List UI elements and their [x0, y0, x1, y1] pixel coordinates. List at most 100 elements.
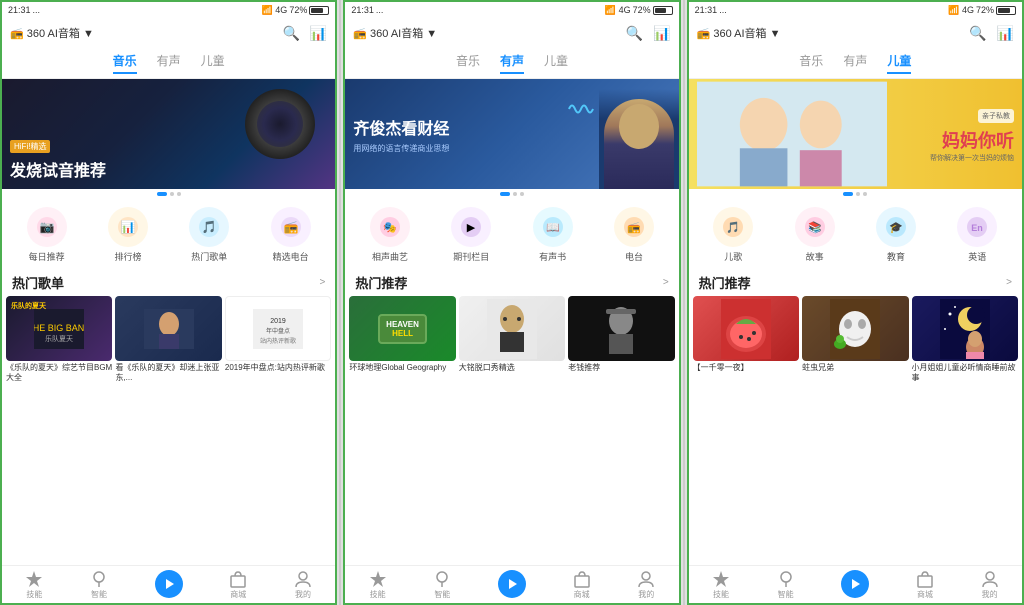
cat-playlist-1[interactable]: 🎵 热门歌单 [189, 207, 229, 263]
nav-play-2[interactable] [498, 570, 526, 600]
svg-text:2019: 2019 [270, 318, 286, 325]
banner-text-1: HiFi!精选 发烧试音推荐 [10, 136, 106, 181]
banner-1: HiFi!精选 发烧试音推荐 [2, 79, 335, 189]
nav-skills-3[interactable]: 技能 [712, 570, 730, 600]
cat-label-column-2: 期刊栏目 [453, 250, 489, 263]
nav-label-skills-2: 技能 [370, 589, 386, 600]
nav-profile-2[interactable]: 我的 [637, 570, 655, 600]
thumb-2-3 [568, 296, 674, 361]
time-3: 21:31 [695, 5, 718, 15]
tab-kids-3[interactable]: 儿童 [887, 52, 911, 74]
play-button-3[interactable] [841, 570, 869, 598]
section-more-3[interactable]: > [1006, 277, 1012, 288]
nav-shop-2[interactable]: 商城 [573, 570, 591, 600]
person-head-2 [619, 104, 659, 149]
battery-icon-2 [653, 6, 673, 15]
cat-icon-edu-3: 🎓 [876, 207, 916, 247]
svg-text:🎵: 🎵 [726, 221, 740, 234]
search-icon-2[interactable]: 🔍 [626, 25, 643, 42]
play-button-2[interactable] [498, 570, 526, 598]
panel-kids: 21:31 ... 📶 4G 72% 📻 360 AI音箱 ▼ 🔍 📊 音乐 有… [687, 0, 1024, 605]
cat-crosstalk-2[interactable]: 🎭 相声曲艺 [370, 207, 410, 263]
banner-3: 亲子私教 妈妈你听 帮你解决第一次当妈的烦恼 [689, 79, 1022, 189]
content-item-3-3[interactable]: 小月姐姐儿童必听情商睡前故事 [912, 296, 1018, 565]
nav-smart-3[interactable]: 智能 [777, 570, 795, 600]
cat-icon-story-3: 📚 [795, 207, 835, 247]
content-item-1-1[interactable]: 乐队的夏天 THE BIG BAND 乐队夏天 《乐队的夏天》综艺节目BGM大全 [6, 296, 112, 565]
nav-skills-1[interactable]: 技能 [25, 570, 43, 600]
nav-smart-1[interactable]: 智能 [90, 570, 108, 600]
search-icon-3[interactable]: 🔍 [969, 25, 986, 42]
cat-icon-crosstalk-2: 🎭 [370, 207, 410, 247]
nav-shop-1[interactable]: 商城 [229, 570, 247, 600]
chart-icon-1[interactable]: 📊 [310, 25, 327, 42]
tab-podcast-3[interactable]: 有声 [843, 52, 867, 74]
content-item-1-3[interactable]: 2019 年中盘点 站内热评新歌 2019年中盘点:站内热评新歌 [225, 296, 331, 565]
dot-2-1 [500, 192, 510, 196]
content-item-3-2[interactable]: 蛀虫兄弟 [802, 296, 908, 565]
nav-smart-2[interactable]: 智能 [433, 570, 451, 600]
cat-daily-1[interactable]: 📷 每日推荐 [27, 207, 67, 263]
section-header-2: 热门推荐 > [345, 269, 678, 296]
cat-rank-1[interactable]: 📊 排行榜 [108, 207, 148, 263]
play-button-1[interactable] [155, 570, 183, 598]
svg-text:📚: 📚 [808, 221, 822, 234]
content-item-2-1[interactable]: HEAVEN HELL 环球地理Global Geography [349, 296, 455, 565]
chart-icon-3[interactable]: 📊 [997, 25, 1014, 42]
dot-2-2 [513, 192, 517, 196]
svg-text:年中盘点: 年中盘点 [266, 327, 290, 335]
nav-shop-3[interactable]: 商城 [916, 570, 934, 600]
content-title-1-2: 看《乐队的夏天》却迷上张亚东,... [115, 363, 221, 384]
tab-podcast-2[interactable]: 有声 [500, 52, 524, 74]
signal-1: ... [33, 5, 41, 15]
nav-skills-2[interactable]: 技能 [369, 570, 387, 600]
svg-text:📊: 📊 [121, 220, 136, 234]
tab-music-1[interactable]: 音乐 [113, 52, 137, 74]
content-title-3-1: 【一千零一夜】 [693, 363, 799, 373]
nav-label-skills-1: 技能 [26, 589, 42, 600]
content-item-2-2[interactable]: 大铭脱口秀精选 [459, 296, 565, 565]
tab-kids-2[interactable]: 儿童 [544, 52, 568, 74]
nav-label-smart-1: 智能 [91, 589, 107, 600]
tab-music-2[interactable]: 音乐 [456, 52, 480, 74]
nav-play-3[interactable] [841, 570, 869, 600]
cat-icon-audiobook-2: 📖 [533, 207, 573, 247]
nav-profile-1[interactable]: 我的 [294, 570, 312, 600]
svg-text:🎵: 🎵 [202, 220, 217, 234]
nav-play-1[interactable] [155, 570, 183, 600]
nav-label-smart-3: 智能 [778, 589, 794, 600]
section-more-2[interactable]: > [663, 277, 669, 288]
cat-column-2[interactable]: ▶ 期刊栏目 [451, 207, 491, 263]
cat-audiobook-2[interactable]: 📖 有声书 [533, 207, 573, 263]
search-icon-1[interactable]: 🔍 [282, 25, 299, 42]
header-icons-3: 🔍 📊 [969, 25, 1014, 42]
tab-kids-1[interactable]: 儿童 [201, 52, 225, 74]
dot-1-1 [157, 192, 167, 196]
chart-icon-2[interactable]: 📊 [653, 25, 670, 42]
nav-label-shop-2: 商城 [574, 589, 590, 600]
tab-podcast-1[interactable]: 有声 [157, 52, 181, 74]
content-item-1-2[interactable]: 看《乐队的夏天》却迷上张亚东,... [115, 296, 221, 565]
cat-english-3[interactable]: En 英语 [957, 207, 997, 263]
cat-radio-2[interactable]: 📻 电台 [614, 207, 654, 263]
cat-story-3[interactable]: 📚 故事 [795, 207, 835, 263]
cat-icon-radio-1: 📻 [271, 207, 311, 247]
content-item-3-1[interactable]: 【一千零一夜】 [693, 296, 799, 565]
tab-music-3[interactable]: 音乐 [799, 52, 823, 74]
cat-edu-3[interactable]: 🎓 教育 [876, 207, 916, 263]
content-item-2-3[interactable]: 老钱推荐 [568, 296, 674, 565]
nav-profile-3[interactable]: 我的 [981, 570, 999, 600]
cat-radio-1[interactable]: 📻 精选电台 [271, 207, 311, 263]
svg-text:📖: 📖 [546, 222, 560, 234]
cat-songs-3[interactable]: 🎵 儿歌 [713, 207, 753, 263]
speaker-icon-3: 📻 [697, 27, 711, 40]
panel-music: 21:31 ... 📶 4G 72% 📻 360 AI音箱 ▼ 🔍 📊 音乐 有… [0, 0, 337, 605]
banner-kids-image-3 [697, 79, 887, 189]
banner-text-2: 齐俊杰看财经 用网络的语言传递商业思想 [353, 115, 449, 154]
nav-label-profile-1: 我的 [295, 589, 311, 600]
bottom-nav-1: 技能 智能 商城 我的 [2, 565, 335, 603]
svg-text:🎓: 🎓 [889, 222, 903, 234]
svg-text:THE BIG BAND: THE BIG BAND [34, 323, 84, 333]
section-title-2: 热门推荐 [355, 273, 407, 292]
section-more-1[interactable]: > [319, 277, 325, 288]
